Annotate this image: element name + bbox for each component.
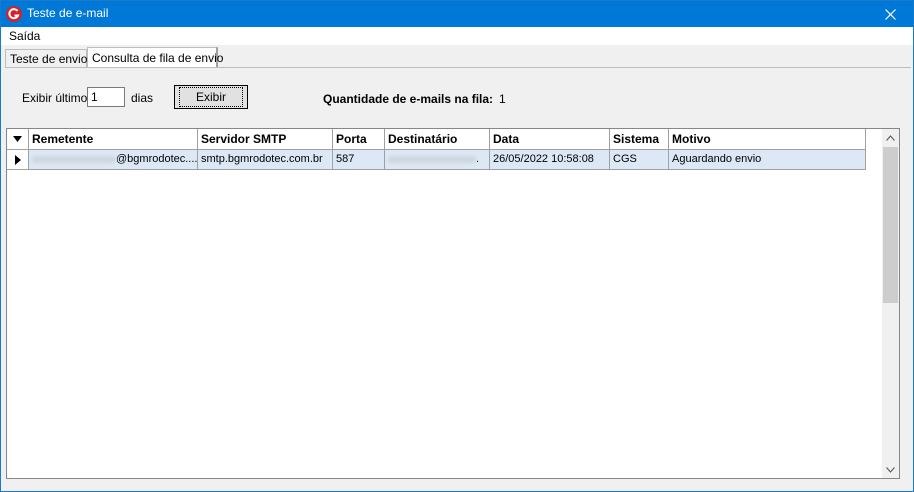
header-selector-cell[interactable] [7,129,29,150]
scroll-up-button[interactable] [882,129,899,146]
exibir-button-label: Exibir [178,87,243,107]
redacted-text [388,155,476,163]
menu-item-saida[interactable]: Saída [9,29,40,43]
column-header-remetente[interactable]: Remetente [29,129,198,150]
tab-teste-de-envio[interactable]: Teste de envio [5,49,87,68]
cell-remetente: @bgmrodotec.... [29,150,198,170]
triangle-right-icon [14,154,21,165]
triangle-down-icon [13,136,22,142]
email-test-window: Teste de e-mail Saída Teste de envio Con… [0,0,914,492]
scroll-down-button[interactable] [882,461,899,478]
column-header-sistema[interactable]: Sistema [610,129,669,150]
chevron-up-icon [886,134,895,141]
cell-motivo: Aguardando envio [669,150,866,170]
queue-count-label: Quantidade de e-mails na fila: [323,92,494,106]
grid-header: Remetente Servidor SMTP Porta Destinatár… [7,129,866,150]
column-header-destinatario[interactable]: Destinatário [385,129,490,150]
column-header-servidor[interactable]: Servidor SMTP [198,129,333,150]
scrollbar-thumb[interactable] [883,147,898,303]
cell-remetente-text: @bgmrodotec.... [116,153,198,165]
cell-servidor: smtp.bgmrodotec.com.br [198,150,333,170]
tab-divider [5,67,911,68]
redacted-text [32,155,116,163]
cell-data: 26/05/2022 10:58:08 [490,150,610,170]
show-last-label: Exibir últimos [22,91,94,105]
exibir-button[interactable]: Exibir [174,85,248,109]
queue-grid[interactable]: Remetente Servidor SMTP Porta Destinatár… [6,128,900,479]
chevron-down-icon [886,466,895,473]
days-unit-label: dias [131,91,154,105]
table-row[interactable]: @bgmrodotec.... smtp.bgmrodotec.com.br 5… [7,150,866,170]
row-selector-cell[interactable] [7,150,29,170]
cell-sistema: CGS [610,150,669,170]
vertical-scrollbar[interactable] [882,129,899,478]
column-header-data[interactable]: Data [490,129,610,150]
close-button[interactable] [867,1,913,27]
column-header-motivo[interactable]: Motivo [669,129,866,150]
close-icon [884,8,896,20]
cell-destinatario-text: . [476,153,480,165]
days-input[interactable] [87,87,125,107]
cell-destinatario: . [385,150,490,170]
grid-body: Remetente Servidor SMTP Porta Destinatár… [7,129,884,478]
window-title: Teste de e-mail [27,6,109,20]
cell-porta: 587 [333,150,385,170]
app-logo-icon [6,6,22,22]
menu-bar: Saída [1,27,913,45]
queue-count-value: 1 [499,92,506,106]
column-header-porta[interactable]: Porta [333,129,385,150]
title-bar[interactable]: Teste de e-mail [1,1,913,27]
tab-consulta-fila[interactable]: Consulta de fila de envio [87,47,223,67]
